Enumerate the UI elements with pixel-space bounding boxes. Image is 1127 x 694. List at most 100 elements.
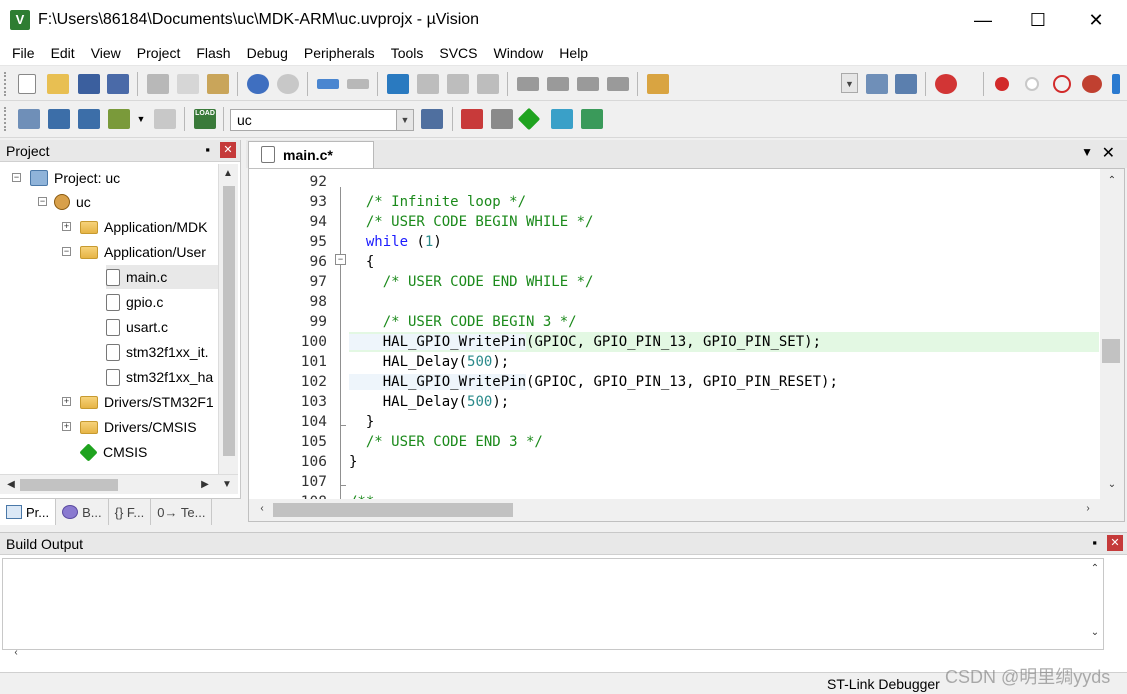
code-line[interactable]: HAL_Delay(500); xyxy=(349,352,1099,372)
code-line[interactable]: } xyxy=(349,412,1099,432)
tree-node-group[interactable]: + Drivers/STM32F1 xyxy=(62,390,214,414)
batch-build-icon[interactable] xyxy=(108,109,130,129)
code-line[interactable]: /* USER CODE END WHILE */ xyxy=(349,272,1099,292)
build-output-text[interactable]: ⌃ ⌄ ‹ xyxy=(2,558,1104,658)
save-all-icon[interactable] xyxy=(107,74,129,94)
scroll-thumb[interactable] xyxy=(20,479,118,491)
code-line[interactable]: /* USER CODE BEGIN 3 */ xyxy=(349,312,1099,332)
code-line[interactable] xyxy=(349,292,1099,312)
new-file-icon[interactable] xyxy=(18,74,36,94)
disable-all-breakpoints-icon[interactable] xyxy=(1053,75,1071,93)
code-line-current[interactable]: HAL_GPIO_WritePin(GPIOC, GPIO_PIN_13, GP… xyxy=(349,332,1099,352)
close-icon[interactable]: ✕ xyxy=(1107,535,1123,551)
save-icon[interactable] xyxy=(78,74,100,94)
minimize-button[interactable]: — xyxy=(955,0,1011,40)
code-line[interactable]: } xyxy=(349,452,1099,472)
start-debug-icon[interactable] xyxy=(935,74,957,94)
code-line[interactable]: { xyxy=(349,252,1099,272)
copy-icon[interactable] xyxy=(177,74,199,94)
insert-bookmark-icon[interactable] xyxy=(387,74,409,94)
target-select[interactable]: uc ▼ xyxy=(230,109,414,131)
navigate-back-icon[interactable] xyxy=(317,79,339,89)
maximize-button[interactable]: ☐ xyxy=(1010,0,1066,40)
expand-icon[interactable]: + xyxy=(62,222,71,231)
scroll-up-icon[interactable]: ⌃ xyxy=(1086,563,1104,574)
code-line[interactable]: /* USER CODE BEGIN WHILE */ xyxy=(349,212,1099,232)
stop-build-icon[interactable] xyxy=(154,109,176,129)
scroll-left-icon[interactable]: ◀ xyxy=(2,479,20,490)
project-tree-horizontal-scrollbar[interactable]: ◀ ▶ ▼ xyxy=(0,474,238,494)
build-icon[interactable] xyxy=(48,109,70,129)
menu-flash[interactable]: Flash xyxy=(188,45,238,61)
scroll-down-icon[interactable]: ⌄ xyxy=(1086,627,1104,638)
pack-installer-icon[interactable] xyxy=(551,109,573,129)
rebuild-icon[interactable] xyxy=(78,109,100,129)
tree-node-group[interactable]: + Drivers/CMSIS xyxy=(62,415,197,439)
scroll-thumb[interactable] xyxy=(273,503,513,517)
chevron-down-icon[interactable]: ▼ xyxy=(841,73,858,93)
options-for-target-icon[interactable] xyxy=(421,109,443,129)
code-line[interactable]: /* Infinite loop */ xyxy=(349,192,1099,212)
insert-breakpoint-icon[interactable] xyxy=(995,77,1009,91)
tab-functions[interactable]: {} F... xyxy=(109,499,152,525)
collapse-icon[interactable]: − xyxy=(38,197,47,206)
expand-icon[interactable]: + xyxy=(62,397,71,406)
menu-window[interactable]: Window xyxy=(486,45,552,61)
undo-icon[interactable] xyxy=(247,74,269,94)
tab-list-dropdown-icon[interactable]: ▼ xyxy=(1081,145,1093,159)
tree-node-file-selected[interactable]: main.c xyxy=(106,265,218,289)
scroll-thumb[interactable] xyxy=(223,186,235,456)
tree-node-file[interactable]: stm32f1xx_ha xyxy=(106,365,213,389)
chevron-down-icon[interactable]: ▼ xyxy=(396,110,413,130)
toolbar-grip[interactable] xyxy=(4,72,7,96)
scroll-left-icon[interactable]: ‹ xyxy=(7,647,25,658)
paste-icon[interactable] xyxy=(207,74,229,94)
open-file-icon[interactable] xyxy=(47,74,69,94)
code-editor[interactable]: 92 93 94 95 96 97 98 99 100 101 102 103 104 105 106 107… xyxy=(248,168,1125,522)
menu-help[interactable]: Help xyxy=(551,45,596,61)
project-tree-vertical-scrollbar[interactable]: ▲ xyxy=(218,164,238,474)
code-line[interactable]: /** xyxy=(349,492,1099,499)
code-line[interactable]: while (1) xyxy=(349,232,1099,252)
tree-node-group[interactable]: + Application/MDK xyxy=(62,215,208,239)
code-area[interactable]: /* Infinite loop */ /* USER CODE BEGIN W… xyxy=(349,169,1099,499)
scroll-down-icon[interactable]: ▼ xyxy=(218,479,236,490)
cut-icon[interactable] xyxy=(147,74,169,94)
menu-svcs[interactable]: SVCS xyxy=(431,45,485,61)
pin-icon[interactable]: ▪ xyxy=(205,142,210,157)
unindent-icon[interactable] xyxy=(547,77,569,91)
chevron-down-icon[interactable]: ▼ xyxy=(136,109,146,129)
menu-file[interactable]: File xyxy=(4,45,43,61)
tree-node-group[interactable]: − Application/User xyxy=(62,240,206,264)
tab-project[interactable]: Pr... xyxy=(0,499,57,525)
tree-node-file[interactable]: usart.c xyxy=(106,315,168,339)
collapse-icon[interactable]: − xyxy=(62,247,71,256)
uncomment-selection-icon[interactable] xyxy=(607,77,629,91)
toolbar-overflow-icon[interactable] xyxy=(1112,74,1120,94)
next-bookmark-icon[interactable] xyxy=(447,74,469,94)
previous-bookmark-icon[interactable] xyxy=(417,74,439,94)
scroll-right-icon[interactable]: ▶ xyxy=(196,479,214,490)
redo-icon[interactable] xyxy=(277,74,299,94)
menu-peripherals[interactable]: Peripherals xyxy=(296,45,383,61)
translate-icon[interactable] xyxy=(18,109,40,129)
menu-edit[interactable]: Edit xyxy=(43,45,83,61)
select-packs-icon[interactable] xyxy=(491,109,513,129)
enable-breakpoint-icon[interactable] xyxy=(1025,77,1039,91)
tree-node-file[interactable]: gpio.c xyxy=(106,290,163,314)
close-window-button[interactable]: ✕ xyxy=(1068,0,1124,40)
manage-project-items-icon[interactable] xyxy=(461,109,483,129)
code-line[interactable]: HAL_Delay(500); xyxy=(349,392,1099,412)
menu-project[interactable]: Project xyxy=(129,45,189,61)
code-line[interactable]: /* USER CODE END 3 */ xyxy=(349,432,1099,452)
code-line[interactable]: HAL_GPIO_WritePin(GPIOC, GPIO_PIN_13, GP… xyxy=(349,372,1099,392)
close-tab-icon[interactable]: ✕ xyxy=(1102,143,1115,163)
kill-all-breakpoints-icon[interactable] xyxy=(1082,75,1102,93)
indent-icon[interactable] xyxy=(517,77,539,91)
tree-node-file[interactable]: stm32f1xx_it. xyxy=(106,340,208,364)
close-icon[interactable]: ✕ xyxy=(220,142,236,158)
toolbar-grip[interactable] xyxy=(4,107,7,131)
scroll-up-icon[interactable]: ⌃ xyxy=(1103,175,1121,186)
fold-collapse-icon[interactable]: − xyxy=(335,254,346,265)
incremental-find-icon[interactable] xyxy=(895,74,917,94)
